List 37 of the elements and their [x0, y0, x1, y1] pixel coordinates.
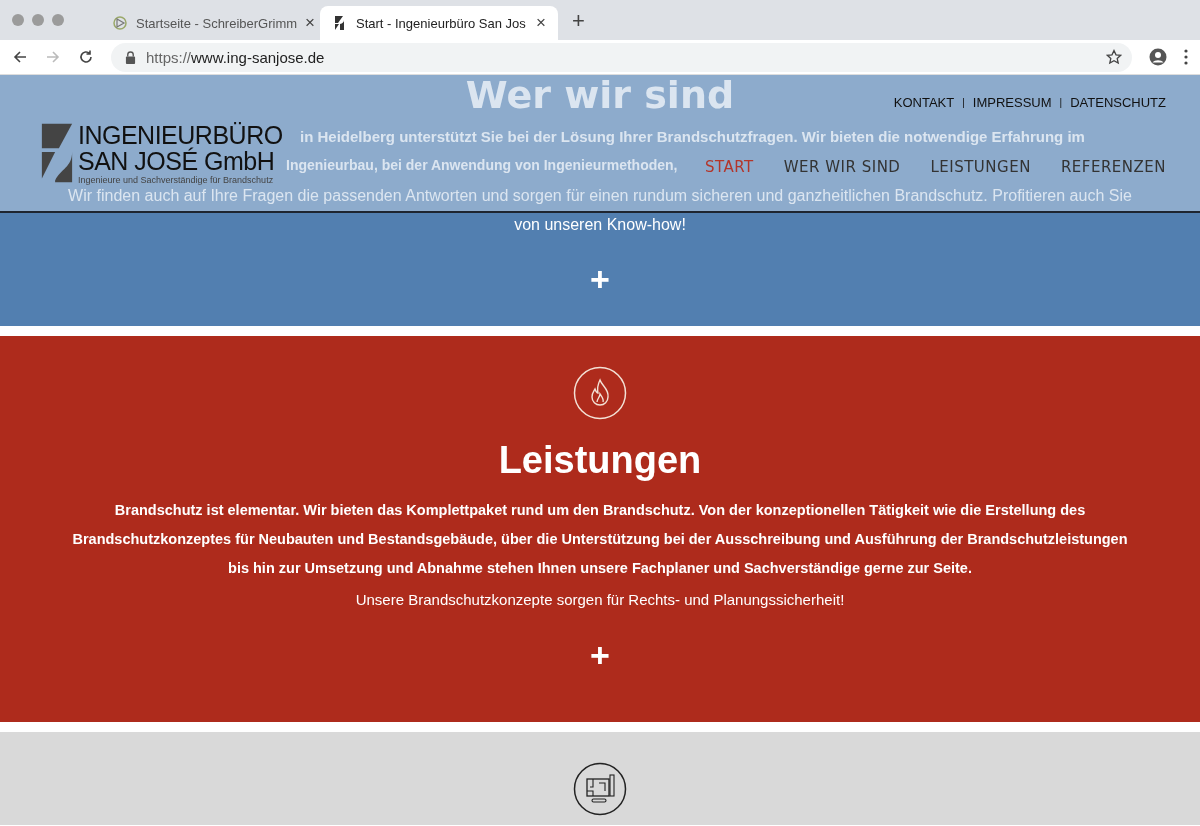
back-arrow-icon[interactable] [12, 49, 28, 65]
floor-plan-icon [573, 762, 627, 816]
paragraph-line: in Heidelberg unterstützt Sie bei der Lösung Ihrer Brandschutzfragen. Wir bieten die notwendige Erfahrung im [300, 128, 1085, 146]
browser-tab[interactable]: Startseite - SchreiberGrimm × [100, 6, 320, 40]
expand-button[interactable]: + [590, 262, 610, 296]
header-link[interactable]: DATENSCHUTZ [1070, 95, 1166, 110]
reload-icon[interactable] [78, 49, 94, 65]
account-icon[interactable] [1149, 48, 1167, 66]
close-tab-button[interactable]: × [536, 13, 546, 33]
window-minimize-dot[interactable] [32, 14, 44, 26]
section-paragraph: Brandschutz ist elementar. Wir bieten das Komplettpaket rund um den Brandschutz. Von der konzeptionellen Tätigkeit wie die Erstellung des Brandschutzkonzeptes für Neubauten und Bestandsgebäude, über die Unterstützung bei der Ausschreibung und Ausführung der Brandschutzleistungen bis hin zur Umsetzung und Abnahme stehen Ihnen unsere Fachplaner und Sachverständige gerne zur Seite. [71, 501, 1129, 578]
expand-button[interactable]: + [590, 638, 610, 672]
window-zoom-dot[interactable] [52, 14, 64, 26]
header-link[interactable]: IMPRESSUM [972, 95, 1052, 110]
paragraph-line: von unseren Know-how! [514, 216, 686, 234]
star-icon[interactable] [1106, 49, 1122, 65]
close-tab-button[interactable]: × [305, 13, 316, 33]
triangle-ring-icon [112, 15, 128, 31]
section-note: Unsere Brandschutzkonzepte sorgen für Rechts- und Planungssicherheit! [355, 591, 845, 608]
new-tab-button[interactable]: + [558, 8, 585, 40]
nav-link[interactable]: LEISTUNGEN [930, 160, 1031, 175]
company-logo[interactable]: INGENIEURBÜRO SAN JOSÉ GmbH Ingenieure und Sachverständige für Brandschutz [40, 122, 283, 186]
paragraph-line: Ingenieurbau, bei der Anwendung von Ingenieurmethoden, [286, 156, 678, 174]
section-heading: Leistungen [498, 438, 702, 483]
nav-link[interactable]: REFERENZEN [1060, 160, 1166, 175]
flame-icon [573, 366, 627, 420]
nav-link[interactable]: WER WIR SIND [783, 160, 901, 175]
paragraph-line: Wir finden auch auf Ihre Fragen die passenden Antworten und sorgen für einen rundum sicheren und ganzheitlichen Brandschutz. Profitieren auch Sie [68, 187, 1132, 205]
window-close-dot[interactable] [12, 14, 24, 26]
lock-icon [125, 50, 136, 64]
link-separator: | [1059, 97, 1063, 108]
address-bar[interactable]: https://www.ing-sanjose.de [111, 42, 1132, 72]
browser-tab[interactable]: Start - Ingenieurbüro San Jos × [320, 6, 558, 40]
link-separator: | [962, 97, 965, 108]
section-heading: Wer wir sind [465, 75, 735, 115]
menu-icon[interactable] [1184, 49, 1188, 65]
header-link[interactable]: KONTAKT [893, 95, 955, 110]
